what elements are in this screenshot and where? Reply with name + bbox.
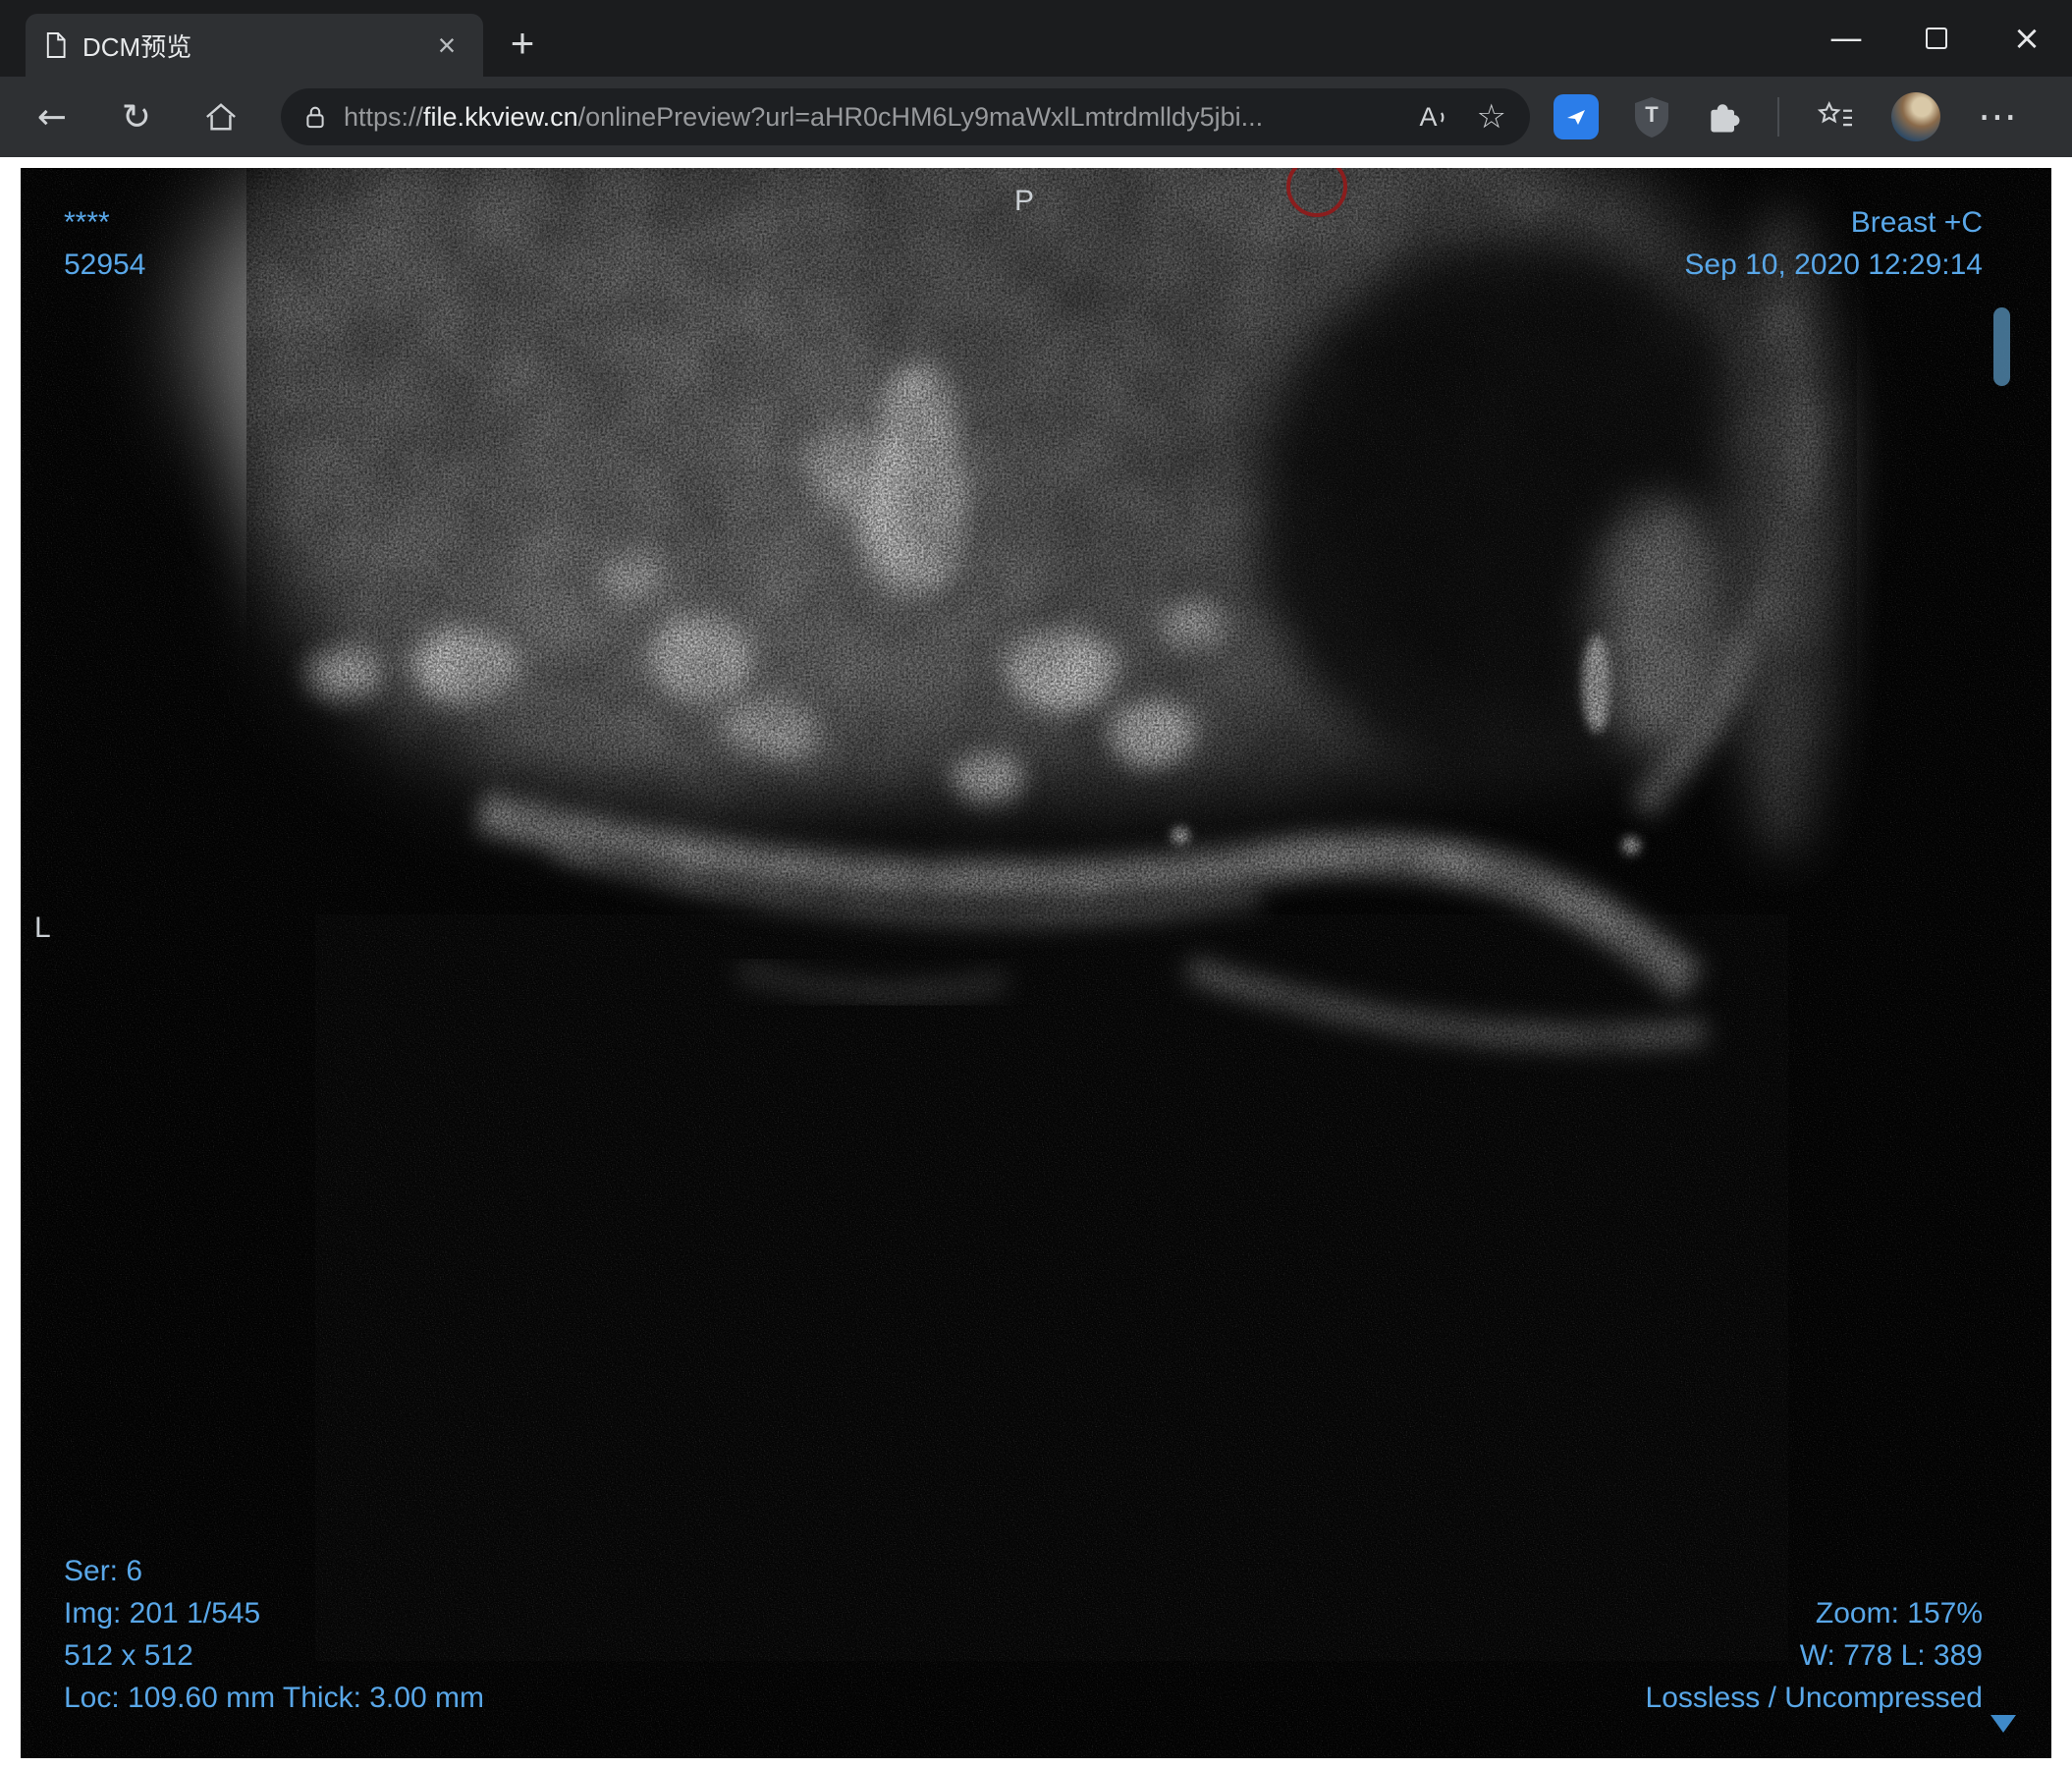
zoom-level: Zoom: 157% <box>1815 1597 1983 1630</box>
toolbar-divider <box>1777 97 1779 137</box>
image-number: Img: 201 1/545 <box>64 1597 261 1630</box>
image-matrix: 512 x 512 <box>64 1639 193 1672</box>
overlay-bottom-right: Zoom: 157% W: 778 L: 389 Lossless / Unco… <box>1646 1592 1983 1719</box>
favorite-star-button[interactable]: ☆ <box>1477 97 1506 137</box>
tab-close-icon[interactable]: × <box>428 27 465 64</box>
extension-shield-icon[interactable]: T <box>1632 95 1671 138</box>
favorites-hub-icon <box>1817 101 1852 127</box>
profile-avatar[interactable] <box>1891 92 1940 141</box>
extensions-puzzle-button[interactable] <box>1705 97 1744 137</box>
window-level: W: 778 L: 389 <box>1799 1639 1983 1672</box>
maximize-icon <box>1926 28 1947 49</box>
url-domain: file.kkview.cn <box>423 101 578 132</box>
shield-letter: T <box>1645 102 1659 127</box>
url-text[interactable]: https://file.kkview.cn/onlinePreview?url… <box>344 102 1402 133</box>
viewer-scroll-down-icon[interactable] <box>1990 1715 2016 1733</box>
home-button[interactable] <box>189 86 253 147</box>
back-button[interactable]: ← <box>20 86 84 147</box>
slice-location: Loc: 109.60 mm Thick: 3.00 mm <box>64 1682 484 1714</box>
refresh-button[interactable]: ↻ <box>104 86 169 147</box>
lock-icon <box>306 106 324 129</box>
read-aloud-waves-icon <box>1440 112 1444 123</box>
extensions-area: T ⋯ <box>1550 86 2025 147</box>
close-button[interactable]: × <box>1982 0 2072 77</box>
browser-tab[interactable]: DCM预览 × <box>26 14 483 77</box>
settings-menu-button[interactable]: ⋯ <box>1974 94 2021 139</box>
overlay-top-left: **** 52954 <box>64 201 145 286</box>
compression-info: Lossless / Uncompressed <box>1645 1682 1983 1714</box>
overlay-bottom-left: Ser: 6 Img: 201 1/545 512 x 512 Loc: 109… <box>64 1550 484 1719</box>
url-scheme: https:// <box>344 101 424 132</box>
orientation-marker-left: L <box>34 912 51 944</box>
tab-strip: DCM预览 × + — × <box>0 0 2072 77</box>
new-tab-button[interactable]: + <box>499 20 546 67</box>
viewer-scrollbar-thumb[interactable] <box>1993 307 2010 386</box>
browser-toolbar: ← ↻ https://file.kkview.cn/onlinePreview… <box>0 77 2072 157</box>
puzzle-icon <box>1711 104 1740 133</box>
orientation-marker-posterior: P <box>1014 185 1035 217</box>
patient-number: 52954 <box>64 249 146 281</box>
dicom-viewer-canvas[interactable]: P L **** 52954 Breast +C Sep 10, 2020 12… <box>21 168 2051 1758</box>
study-datetime: Sep 10, 2020 12:29:14 <box>1684 249 1983 281</box>
overlay-top-right: Breast +C Sep 10, 2020 12:29:14 <box>1684 201 1983 286</box>
maximize-button[interactable] <box>1891 0 1982 77</box>
mri-image <box>21 168 2051 1758</box>
minimize-button[interactable]: — <box>1801 0 1891 77</box>
document-icon <box>46 32 66 58</box>
series-number: Ser: 6 <box>64 1555 143 1587</box>
home-icon <box>206 103 236 131</box>
paper-plane-icon <box>1567 110 1585 125</box>
tab-title: DCM预览 <box>82 31 192 62</box>
extension-blue-icon[interactable] <box>1554 94 1599 139</box>
url-path: /onlinePreview?url=aHR0cHM6Ly9maWxlLmtrd… <box>577 101 1264 132</box>
page-content: P L **** 52954 Breast +C Sep 10, 2020 12… <box>0 157 2072 1768</box>
favorites-hub-button[interactable] <box>1813 86 1858 147</box>
read-aloud-letter: A <box>1419 101 1438 132</box>
patient-id-masked: **** <box>64 206 110 239</box>
study-description: Breast +C <box>1850 206 1983 239</box>
browser-window: DCM预览 × + — × ← ↻ https://file.kkview.cn… <box>0 0 2072 1768</box>
window-controls: — × <box>1801 0 2072 77</box>
address-bar[interactable]: https://file.kkview.cn/onlinePreview?url… <box>281 88 1530 145</box>
read-aloud-button[interactable]: A <box>1420 102 1453 133</box>
address-bar-actions: A ☆ <box>1420 97 1507 137</box>
